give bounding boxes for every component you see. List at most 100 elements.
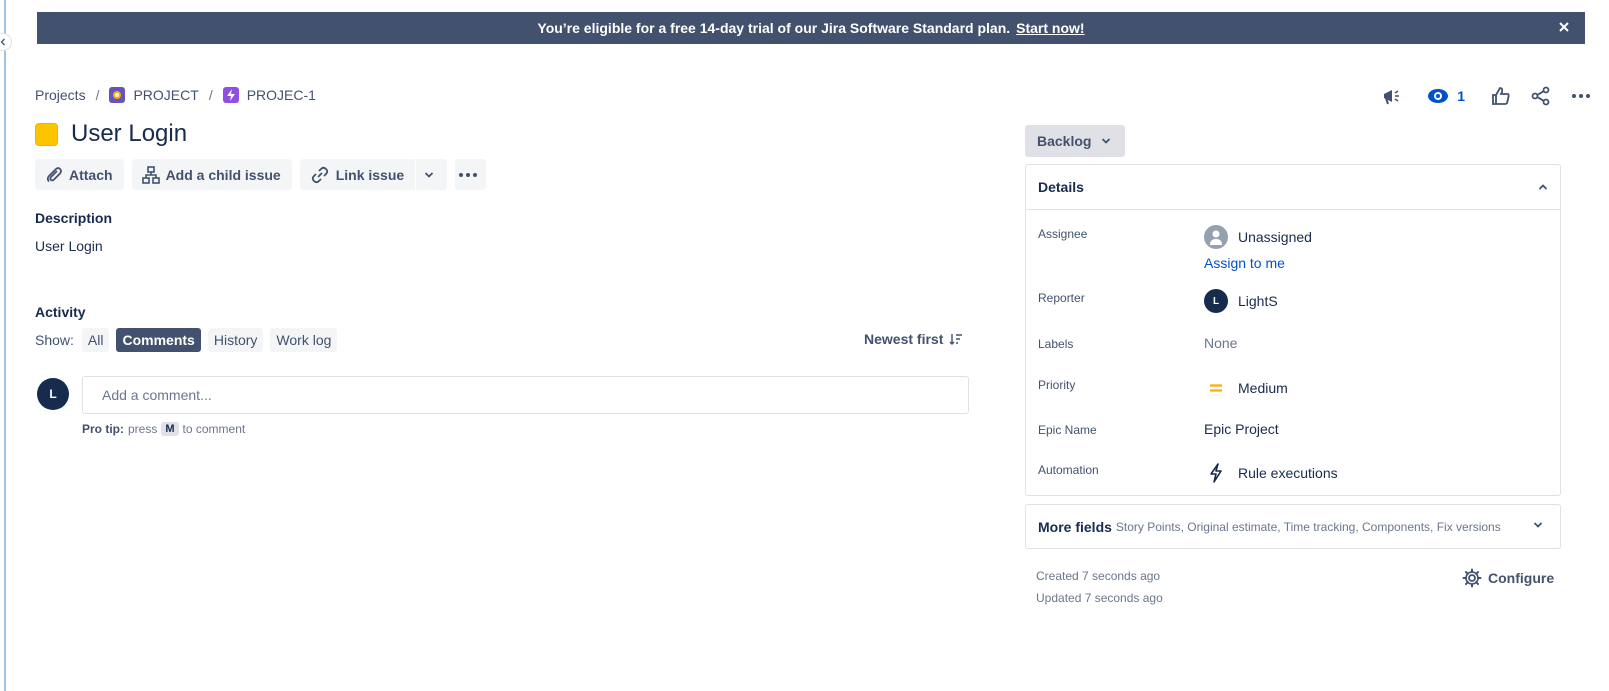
configure-button[interactable]: Configure <box>1462 568 1554 588</box>
link-issue-dropdown[interactable] <box>415 159 448 190</box>
project-avatar-icon <box>109 87 126 103</box>
assignee-label: Assignee <box>1038 227 1088 241</box>
issue-title-row: User Login <box>35 120 187 148</box>
reporter-value[interactable]: L LightS <box>1204 289 1278 313</box>
description-heading: Description <box>35 210 113 226</box>
comment-input[interactable]: Add a comment... <box>82 376 969 414</box>
priority-name: Medium <box>1238 380 1288 396</box>
paperclip-icon <box>46 166 62 182</box>
activity-heading: Activity <box>35 304 86 320</box>
breadcrumb-project[interactable]: PROJECT <box>133 87 198 103</box>
megaphone-icon <box>1384 90 1400 105</box>
pro-tip: Pro tip: press M to comment <box>82 422 245 436</box>
reporter-field: Reporter L LightS <box>1038 289 1278 313</box>
pro-tip-key: M <box>161 422 179 436</box>
more-actions-button[interactable] <box>1571 82 1591 110</box>
automation-value[interactable]: Rule executions <box>1204 461 1338 485</box>
breadcrumb-separator: / <box>208 87 213 103</box>
add-child-label: Add a child issue <box>165 166 281 183</box>
assign-to-me-link[interactable]: Assign to me <box>1204 255 1312 271</box>
filter-comments[interactable]: Comments <box>116 328 201 352</box>
details-heading: Details <box>1038 179 1084 195</box>
add-child-issue-button[interactable]: Add a child issue <box>131 159 292 190</box>
filter-work-log[interactable]: Work log <box>270 328 338 352</box>
priority-value[interactable]: Medium <box>1204 376 1288 400</box>
filter-all[interactable]: All <box>81 328 110 352</box>
link-issue-button[interactable]: Link issue <box>299 159 416 190</box>
epic-type-icon <box>222 87 239 103</box>
activity-filters: Show: All Comments History Work log <box>35 328 344 352</box>
configure-label: Configure <box>1488 570 1555 586</box>
epic-name-value[interactable]: Epic Project <box>1204 421 1279 437</box>
reporter-avatar: L <box>1204 289 1228 313</box>
chevron-down-icon <box>1102 138 1111 144</box>
watch-count: 1 <box>1457 88 1465 104</box>
status-dropdown[interactable]: Backlog <box>1025 125 1125 157</box>
pro-tip-suffix: to comment <box>182 422 246 436</box>
unassigned-avatar-icon <box>1204 225 1228 249</box>
link-issue-label: Link issue <box>335 166 405 183</box>
breadcrumb: Projects / PROJECT / PROJEC-1 <box>35 87 316 103</box>
toolbar-more-button[interactable] <box>455 159 487 190</box>
feedback-button[interactable] <box>1381 82 1403 110</box>
lightning-icon <box>1204 461 1228 485</box>
more-icon <box>1572 94 1590 98</box>
pro-tip-label: Pro tip: <box>82 422 124 436</box>
breadcrumb-projects[interactable]: Projects <box>35 87 86 103</box>
issue-actions: 1 <box>1361 82 1591 110</box>
updated-timestamp: Updated 7 seconds ago <box>1036 591 1163 605</box>
sidebar-edge <box>4 0 6 691</box>
reporter-label: Reporter <box>1038 291 1085 305</box>
start-now-link[interactable]: Start now! <box>1016 20 1084 36</box>
trial-banner: You’re eligible for a free 14-day trial … <box>37 12 1585 44</box>
link-icon <box>311 166 328 183</box>
sidebar-collapse-button[interactable] <box>0 33 12 51</box>
more-fields-title: More fields <box>1038 518 1112 535</box>
sort-order-button[interactable]: Newest first <box>864 331 963 347</box>
watch-button[interactable]: 1 <box>1427 82 1465 110</box>
more-icon <box>458 172 477 177</box>
assignee-name: Unassigned <box>1238 229 1312 245</box>
epic-color-swatch <box>35 122 58 146</box>
user-avatar: L <box>37 378 69 410</box>
filter-history[interactable]: History <box>207 328 264 352</box>
status-label: Backlog <box>1037 133 1092 149</box>
labels-value[interactable]: None <box>1204 335 1237 351</box>
chevron-left-icon <box>0 38 5 46</box>
priority-field: Priority Medium <box>1038 376 1288 400</box>
automation-label: Automation <box>1038 463 1099 477</box>
pro-tip-press: press <box>128 422 158 436</box>
labels-label: Labels <box>1038 337 1074 351</box>
epic-name-label: Epic Name <box>1038 423 1097 437</box>
automation-field: Automation Rule executions <box>1038 461 1338 485</box>
breadcrumb-issue-key[interactable]: PROJEC-1 <box>247 87 316 103</box>
vote-button[interactable] <box>1491 82 1511 110</box>
share-button[interactable] <box>1531 82 1551 110</box>
chevron-down-icon <box>1533 522 1543 528</box>
assignee-field: Assignee Unassigned Assign to me <box>1038 225 1312 271</box>
more-fields-panel[interactable]: More fields Story Points, Original estim… <box>1025 504 1561 549</box>
share-icon <box>1531 86 1550 106</box>
issue-title[interactable]: User Login <box>71 120 187 148</box>
created-timestamp: Created 7 seconds ago <box>1036 569 1161 583</box>
details-panel: Details Assignee Unassigned Assign to me… <box>1025 164 1561 496</box>
issue-toolbar: Attach Add a child issue Link issue <box>35 159 494 190</box>
reporter-name: LightS <box>1238 293 1278 309</box>
hierarchy-icon <box>141 165 160 184</box>
gear-icon <box>1462 568 1482 588</box>
assignee-value[interactable]: Unassigned <box>1204 225 1312 249</box>
priority-medium-icon <box>1204 376 1228 400</box>
chevron-down-icon <box>424 171 433 178</box>
automation-text: Rule executions <box>1238 465 1338 481</box>
attach-label: Attach <box>69 166 113 183</box>
labels-field: Labels None <box>1038 335 1237 351</box>
sort-order-label: Newest first <box>864 331 944 347</box>
thumbs-up-icon <box>1492 87 1510 105</box>
description-text[interactable]: User Login <box>35 238 103 254</box>
close-icon[interactable] <box>1557 20 1571 34</box>
details-header[interactable]: Details <box>1026 165 1560 210</box>
banner-message: You’re eligible for a free 14-day trial … <box>537 20 1011 36</box>
sort-icon <box>949 334 963 345</box>
attach-button[interactable]: Attach <box>35 159 124 190</box>
chevron-up-icon <box>1538 184 1548 190</box>
